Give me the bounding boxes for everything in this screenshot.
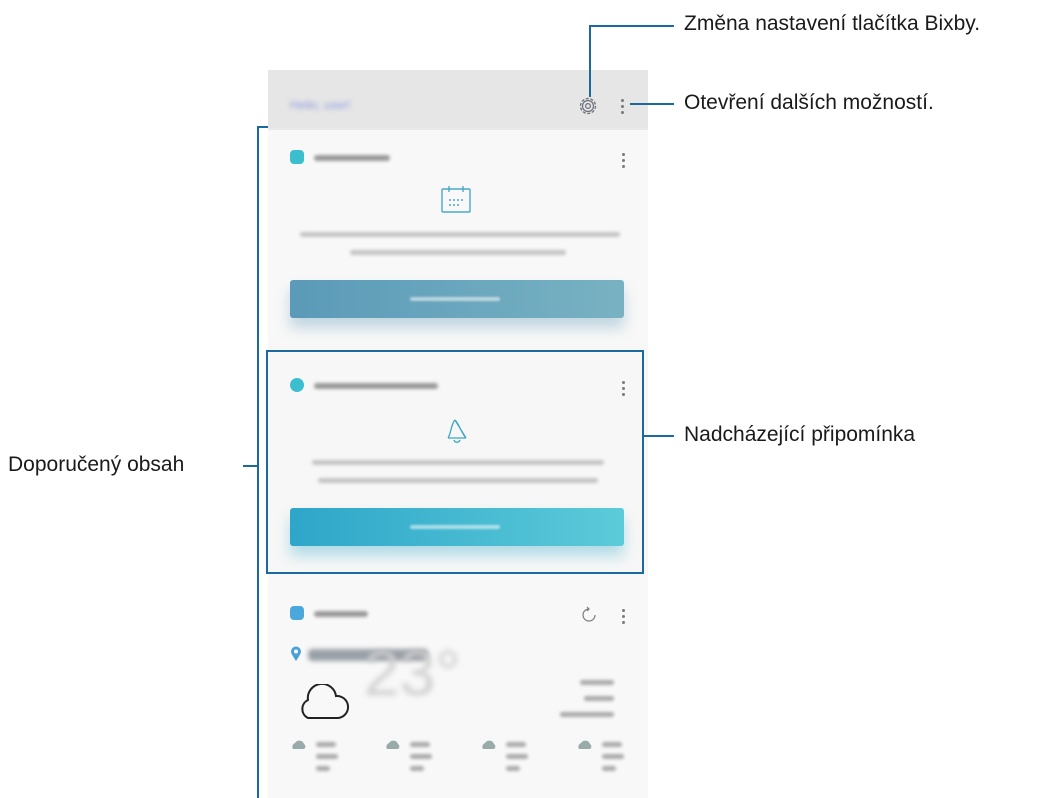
callout-bracket	[257, 126, 259, 798]
card-body-text	[300, 232, 620, 237]
callout-more-options: Otevření dalších možností.	[684, 91, 934, 114]
top-bar: Hello, user!	[268, 70, 648, 128]
schedule-chip-icon	[290, 150, 304, 164]
callout-upcoming-reminder: Nadcházející připomínka	[684, 423, 916, 446]
card-more-icon[interactable]	[618, 606, 628, 628]
cloud-icon	[301, 684, 350, 719]
callout-line	[644, 435, 674, 437]
create-event-button[interactable]	[290, 280, 624, 318]
card-body-text	[350, 250, 566, 255]
rain-icon	[386, 740, 400, 749]
forecast-item	[384, 740, 434, 786]
gear-icon[interactable]	[576, 94, 600, 118]
weather-temperature: 23°	[364, 637, 461, 709]
weather-card: 23°	[268, 576, 648, 798]
reminder-highlight-box	[266, 350, 644, 574]
rain-icon	[482, 740, 496, 749]
greeting-text: Hello, user!	[290, 98, 351, 112]
refresh-icon[interactable]	[580, 606, 598, 624]
forecast-item	[576, 740, 626, 786]
location-pin-icon	[291, 646, 301, 661]
calendar-icon	[441, 186, 471, 213]
callout-line	[243, 465, 257, 467]
callout-line	[589, 25, 591, 97]
callout-bixby-settings: Změna nastavení tlačítka Bixby.	[684, 12, 981, 35]
forecast-item	[290, 740, 340, 786]
callout-line	[630, 103, 674, 105]
card-title	[314, 155, 390, 161]
weather-chip-icon	[290, 606, 304, 620]
callout-recommended-content: Doporučený obsah	[8, 453, 185, 476]
forecast-item	[480, 740, 530, 786]
rain-icon	[578, 740, 592, 749]
callout-line	[589, 25, 674, 27]
more-options-icon[interactable]	[617, 96, 627, 118]
card-more-icon[interactable]	[618, 150, 628, 172]
callout-bracket	[257, 126, 268, 128]
card-title	[314, 611, 368, 617]
rain-icon	[292, 740, 306, 749]
